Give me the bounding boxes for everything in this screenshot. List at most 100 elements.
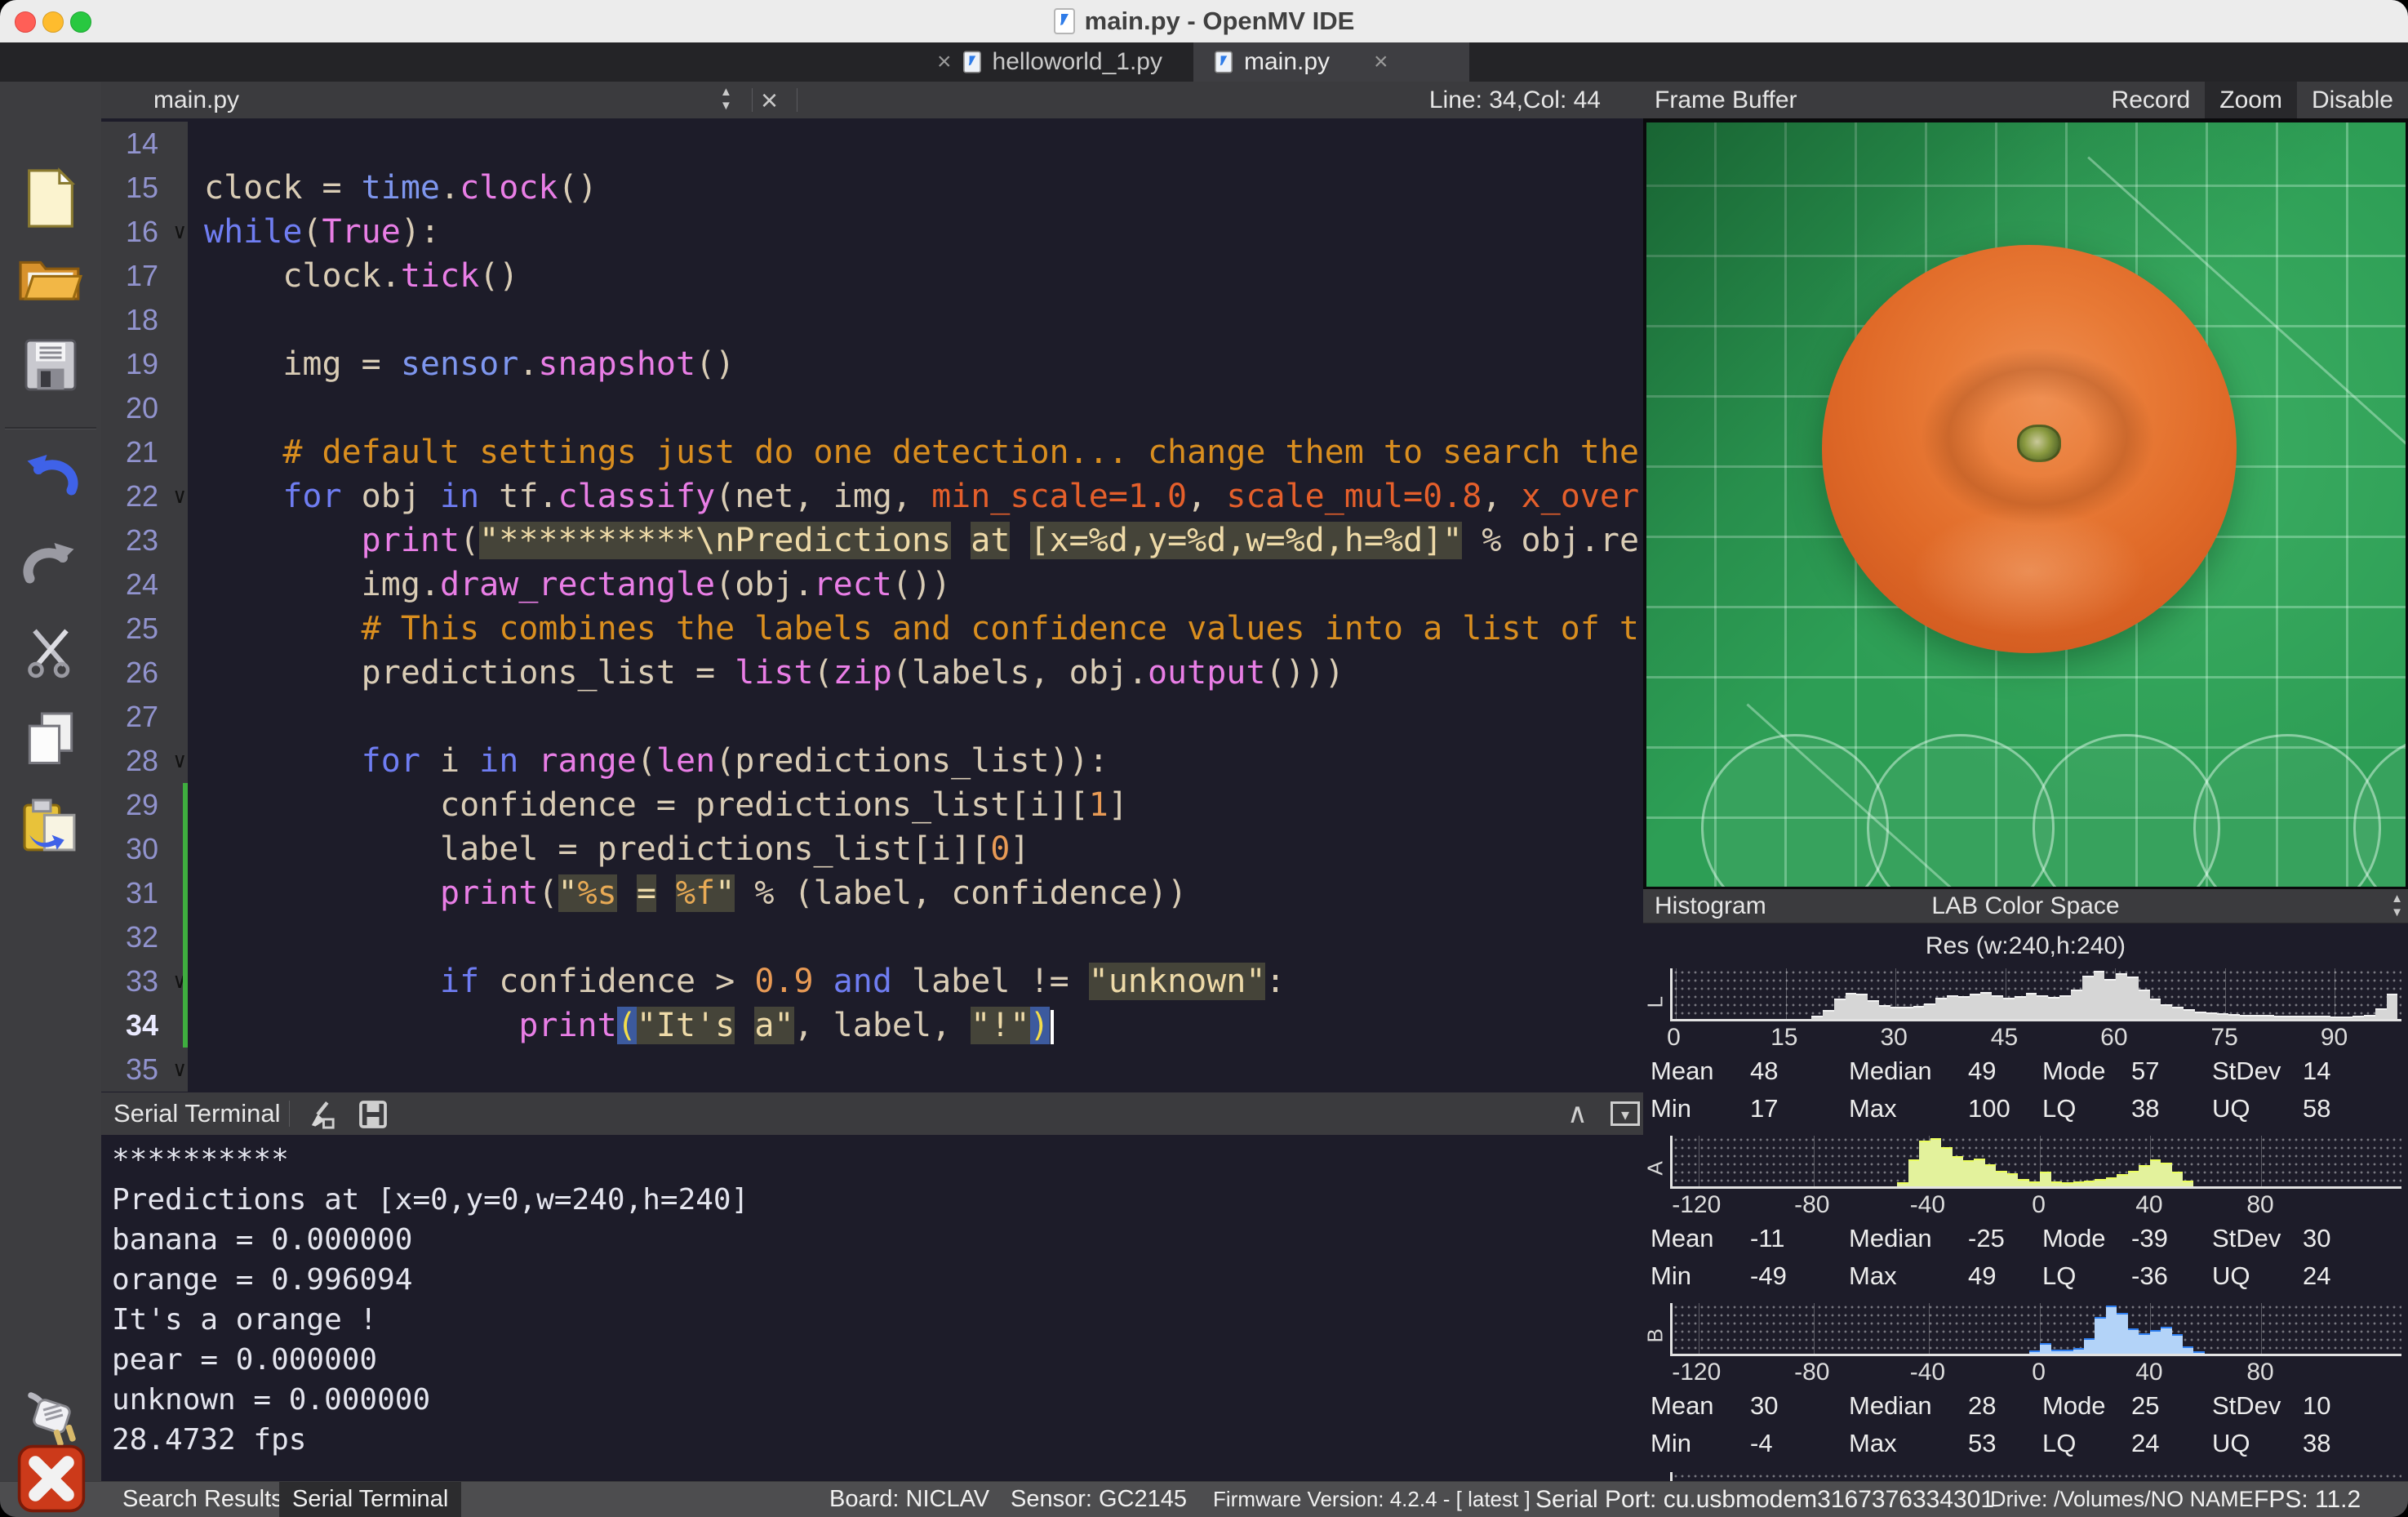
- gutter[interactable]: 33∨: [101, 959, 188, 1003]
- fold-chevron-icon[interactable]: ∨: [173, 210, 186, 254]
- code-text[interactable]: for i in range(len(predictions_list)):: [188, 739, 1643, 783]
- collapse-terminal-icon[interactable]: ∧: [1567, 1092, 1588, 1135]
- detach-terminal-icon[interactable]: ▾: [1611, 1101, 1640, 1126]
- gutter[interactable]: 25: [101, 607, 188, 651]
- code-text[interactable]: [188, 695, 1643, 739]
- code-text[interactable]: for obj in tf.classify(net, img, min_sca…: [188, 474, 1643, 518]
- gutter[interactable]: 16∨: [101, 210, 188, 254]
- disable-button[interactable]: Disable: [2297, 82, 2408, 118]
- tab-helloworld[interactable]: × helloworld_1.py: [937, 42, 1162, 82]
- code-line[interactable]: 32: [101, 915, 1643, 959]
- gutter[interactable]: 21: [101, 430, 188, 474]
- code-line[interactable]: 34 print("It's a", label, "!"): [101, 1003, 1643, 1048]
- code-text[interactable]: predictions_list = list(zip(labels, obj.…: [188, 651, 1643, 695]
- code-line[interactable]: 25 # This combines the labels and confid…: [101, 607, 1643, 651]
- colorspace-spinner-icon[interactable]: ▲▼: [2391, 892, 2403, 919]
- code-text[interactable]: print("**********\nPredictions at [x=%d,…: [188, 518, 1643, 563]
- serial-terminal-output[interactable]: **********Predictions at [x=0,y=0,w=240,…: [101, 1135, 1643, 1482]
- paste-button[interactable]: [22, 798, 79, 859]
- code-line[interactable]: 22 ∨ for obj in tf.classify(net, img, min…: [101, 474, 1643, 518]
- code-line[interactable]: 17 clock.tick(): [101, 254, 1643, 298]
- code-line[interactable]: 33∨ if confidence > 0.9 and label != "un…: [101, 959, 1643, 1003]
- code-text[interactable]: [188, 915, 1643, 959]
- search-results-tab[interactable]: Search Results: [109, 1482, 296, 1517]
- code-line[interactable]: 24 img.draw_rectangle(obj.rect()): [101, 563, 1643, 607]
- copy-button[interactable]: [24, 711, 77, 771]
- code-text[interactable]: # This combines the labels and confidenc…: [188, 607, 1643, 651]
- save-file-button[interactable]: [24, 338, 78, 396]
- gutter[interactable]: 20: [101, 386, 188, 430]
- cut-button[interactable]: [24, 625, 78, 683]
- zoom-button[interactable]: Zoom: [2205, 82, 2297, 118]
- gutter[interactable]: 17: [101, 254, 188, 298]
- code-line[interactable]: 28∨ for i in range(len(predictions_list)…: [101, 739, 1643, 783]
- save-log-icon[interactable]: [358, 1100, 388, 1133]
- gutter[interactable]: 26: [101, 651, 188, 695]
- editor-file-spinner[interactable]: ▲▼: [720, 85, 732, 113]
- code-line[interactable]: 14: [101, 122, 1643, 166]
- code-text[interactable]: [188, 298, 1643, 342]
- gutter[interactable]: 19: [101, 342, 188, 386]
- code-line[interactable]: 26 predictions_list = list(zip(labels, o…: [101, 651, 1643, 695]
- fold-chevron-icon[interactable]: ∨: [173, 739, 186, 783]
- gutter[interactable]: 31: [101, 871, 188, 915]
- code-text[interactable]: if confidence > 0.9 and label != "unknow…: [188, 959, 1643, 1003]
- gutter[interactable]: 28∨: [101, 739, 188, 783]
- code-line[interactable]: 18: [101, 298, 1643, 342]
- gutter[interactable]: 22 ∨: [101, 474, 188, 518]
- code-text[interactable]: clock = time.clock(): [188, 166, 1643, 210]
- code-text[interactable]: while(True):: [188, 210, 1643, 254]
- code-line[interactable]: 19 img = sensor.snapshot(): [101, 342, 1643, 386]
- gutter[interactable]: 15: [101, 166, 188, 210]
- close-tab-icon[interactable]: ×: [1374, 48, 1388, 76]
- gutter[interactable]: 30: [101, 827, 188, 871]
- code-line[interactable]: 27: [101, 695, 1643, 739]
- code-line[interactable]: 23 print("**********\nPredictions at [x=…: [101, 518, 1643, 563]
- code-text[interactable]: [188, 122, 1643, 166]
- code-text[interactable]: clock.tick(): [188, 254, 1643, 298]
- code-line[interactable]: 31 print("%s = %f" % (label, confidence)…: [101, 871, 1643, 915]
- gutter[interactable]: 18: [101, 298, 188, 342]
- code-line[interactable]: 20: [101, 386, 1643, 430]
- open-file-button[interactable]: [18, 255, 83, 309]
- gutter[interactable]: 35∨: [101, 1048, 188, 1092]
- new-file-button[interactable]: [25, 167, 76, 234]
- code-text[interactable]: img = sensor.snapshot(): [188, 342, 1643, 386]
- line-number: 22: [126, 474, 158, 518]
- undo-button[interactable]: [21, 452, 80, 501]
- gutter[interactable]: 14: [101, 122, 188, 166]
- code-line[interactable]: 15clock = time.clock(): [101, 166, 1643, 210]
- code-text[interactable]: [188, 1048, 1643, 1092]
- code-text[interactable]: [188, 386, 1643, 430]
- gutter[interactable]: 29: [101, 783, 188, 827]
- code-text[interactable]: label = predictions_list[i][0]: [188, 827, 1643, 871]
- gutter[interactable]: 32: [101, 915, 188, 959]
- fold-chevron-icon[interactable]: ∨: [173, 474, 186, 518]
- code-line[interactable]: 21 # default settings just do one detect…: [101, 430, 1643, 474]
- code-line[interactable]: 30 label = predictions_list[i][0]: [101, 827, 1643, 871]
- code-text[interactable]: confidence = predictions_list[i][1]: [188, 783, 1643, 827]
- code-editor[interactable]: 1415clock = time.clock()16∨while(True):1…: [101, 118, 1643, 1092]
- code-text[interactable]: print("%s = %f" % (label, confidence)): [188, 871, 1643, 915]
- code-line[interactable]: 29 confidence = predictions_list[i][1]: [101, 783, 1643, 827]
- tab-main[interactable]: main.py ×: [1193, 42, 1469, 82]
- code-line[interactable]: 35∨: [101, 1048, 1643, 1092]
- serial-terminal-tab[interactable]: Serial Terminal: [279, 1482, 461, 1517]
- terminal-line: unknown = 0.000000: [112, 1380, 1643, 1420]
- redo-button[interactable]: [21, 540, 80, 589]
- code-text[interactable]: print("It's a", label, "!"): [188, 1003, 1643, 1048]
- record-button[interactable]: Record: [2097, 82, 2206, 118]
- gutter[interactable]: 34: [101, 1003, 188, 1048]
- gutter[interactable]: 27: [101, 695, 188, 739]
- colorspace-dropdown[interactable]: LAB Color Space: [1643, 889, 2408, 923]
- code-line[interactable]: 16∨while(True):: [101, 210, 1643, 254]
- fold-chevron-icon[interactable]: ∨: [173, 1048, 186, 1092]
- clear-terminal-icon[interactable]: [307, 1100, 338, 1133]
- stop-disconnect-button[interactable]: [16, 1444, 87, 1514]
- gutter[interactable]: 24: [101, 563, 188, 607]
- gutter[interactable]: 23: [101, 518, 188, 563]
- editor-close-icon[interactable]: ×: [761, 82, 778, 118]
- close-tab-icon[interactable]: ×: [937, 48, 952, 76]
- code-text[interactable]: img.draw_rectangle(obj.rect()): [188, 563, 1643, 607]
- code-text[interactable]: # default settings just do one detection…: [188, 430, 1643, 474]
